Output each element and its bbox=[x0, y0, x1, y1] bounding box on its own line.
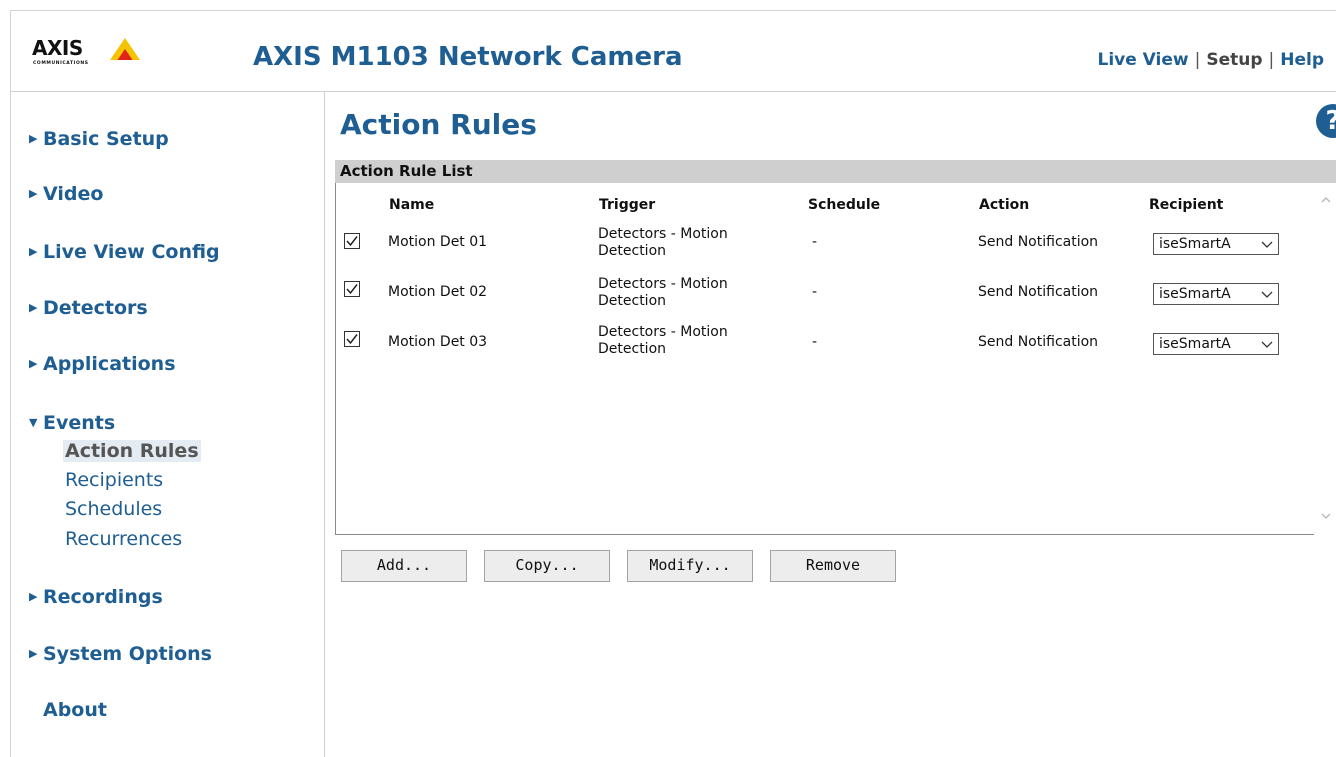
recipient-select[interactable]: iseSmartA bbox=[1153, 333, 1279, 355]
sidebar-subitem-recipients[interactable]: Recipients bbox=[65, 469, 163, 491]
sidebar-subitem-schedules[interactable]: Schedules bbox=[65, 498, 162, 520]
header-top-border bbox=[10, 10, 1336, 11]
triangle-right-icon: ▶ bbox=[29, 301, 38, 314]
sidebar-item-label: About bbox=[43, 699, 107, 721]
help-link[interactable]: Help bbox=[1280, 50, 1324, 70]
triangle-right-icon: ▶ bbox=[29, 245, 38, 258]
sidebar-item-system-options[interactable]: ▶ System Options bbox=[29, 643, 212, 665]
row-checkbox[interactable] bbox=[344, 281, 360, 297]
sidebar-item-about[interactable]: About bbox=[29, 699, 107, 721]
row-trigger: Detectors - Motion Detection bbox=[598, 226, 728, 259]
product-title: AXIS M1103 Network Camera bbox=[253, 42, 683, 72]
scroll-down-icon[interactable] bbox=[1320, 511, 1332, 521]
sidebar-item-label: Applications bbox=[43, 353, 176, 375]
chevron-down-icon bbox=[1260, 238, 1274, 250]
column-header-action[interactable]: Action bbox=[979, 197, 1029, 213]
row-action: Send Notification bbox=[978, 234, 1099, 250]
recipient-select[interactable]: iseSmartA bbox=[1153, 283, 1279, 305]
table-row[interactable]: Motion Det 02 Detectors - Motion Detecti… bbox=[336, 271, 1296, 317]
sidebar-item-label: Detectors bbox=[43, 297, 148, 319]
recipient-select-value: iseSmartA bbox=[1159, 286, 1231, 302]
sidebar-item-detectors[interactable]: ▶ Detectors bbox=[29, 297, 148, 319]
sidebar-item-label: Events bbox=[43, 412, 116, 434]
row-trigger: Detectors - Motion Detection bbox=[598, 276, 728, 309]
recipient-select-value: iseSmartA bbox=[1159, 336, 1231, 352]
logo-triangle-icon bbox=[110, 38, 140, 60]
sidebar-item-label: Video bbox=[43, 183, 104, 205]
recipient-select[interactable]: iseSmartA bbox=[1153, 233, 1279, 255]
sidebar: ▶ Basic Setup ▶ Video ▶ Live View Config ▶ D… bbox=[10, 92, 325, 757]
remove-button[interactable]: Remove bbox=[770, 550, 896, 582]
sidebar-item-label: Live View Config bbox=[43, 241, 220, 263]
nav-separator: | bbox=[1194, 50, 1201, 70]
row-name: Motion Det 03 bbox=[388, 334, 488, 350]
triangle-right-icon: ▶ bbox=[29, 357, 38, 370]
chevron-down-icon bbox=[1260, 288, 1274, 300]
sidebar-item-applications[interactable]: ▶ Applications bbox=[29, 353, 176, 375]
list-title: Action Rule List bbox=[340, 162, 473, 180]
row-schedule: - bbox=[812, 234, 818, 250]
header-left-border bbox=[10, 10, 11, 92]
setup-link[interactable]: Setup bbox=[1206, 50, 1262, 70]
live-view-link[interactable]: Live View bbox=[1097, 50, 1188, 70]
sidebar-item-basic-setup[interactable]: ▶ Basic Setup bbox=[29, 128, 169, 150]
row-name: Motion Det 01 bbox=[388, 234, 488, 250]
help-circle-icon[interactable]: ? bbox=[1316, 104, 1336, 138]
table-row[interactable]: Motion Det 03 Detectors - Motion Detecti… bbox=[336, 321, 1296, 367]
action-rule-list[interactable]: Name Trigger Schedule Action Recipient M… bbox=[335, 183, 1336, 535]
triangle-right-icon: ▶ bbox=[29, 590, 38, 603]
sidebar-item-label: System Options bbox=[43, 643, 212, 665]
column-header-schedule[interactable]: Schedule bbox=[808, 197, 880, 213]
row-action: Send Notification bbox=[978, 284, 1099, 300]
triangle-down-icon: ▼ bbox=[29, 416, 38, 429]
triangle-right-icon: ▶ bbox=[29, 132, 38, 145]
nav-separator: | bbox=[1268, 50, 1275, 70]
recipient-select-value: iseSmartA bbox=[1159, 236, 1231, 252]
column-header-recipient[interactable]: Recipient bbox=[1149, 197, 1223, 213]
add-button[interactable]: Add... bbox=[341, 550, 467, 582]
triangle-right-icon: ▶ bbox=[29, 187, 38, 200]
sidebar-item-label: Recordings bbox=[43, 586, 163, 608]
column-header-name[interactable]: Name bbox=[389, 197, 434, 213]
triangle-right-icon: ▶ bbox=[29, 647, 38, 660]
sidebar-item-live-view-config[interactable]: ▶ Live View Config bbox=[29, 241, 220, 263]
modify-button[interactable]: Modify... bbox=[627, 550, 753, 582]
sidebar-item-video[interactable]: ▶ Video bbox=[29, 183, 103, 205]
copy-button[interactable]: Copy... bbox=[484, 550, 610, 582]
logo-wordmark: AXIS bbox=[32, 36, 83, 60]
sidebar-item-recordings[interactable]: ▶ Recordings bbox=[29, 586, 163, 608]
row-action: Send Notification bbox=[978, 334, 1099, 350]
row-name: Motion Det 02 bbox=[388, 284, 488, 300]
row-trigger: Detectors - Motion Detection bbox=[598, 324, 728, 357]
page-title: Action Rules bbox=[340, 108, 537, 141]
check-icon bbox=[346, 334, 358, 345]
row-schedule: - bbox=[812, 284, 818, 300]
top-nav: Live View | Setup | Help bbox=[1097, 50, 1324, 70]
row-checkbox[interactable] bbox=[344, 233, 360, 249]
chevron-down-icon bbox=[1260, 338, 1274, 350]
sidebar-subitem-action-rules[interactable]: Action Rules bbox=[63, 440, 201, 462]
scroll-up-icon[interactable] bbox=[1320, 195, 1332, 205]
check-icon bbox=[346, 236, 358, 247]
logo-subtitle: COMMUNICATIONS bbox=[33, 61, 89, 66]
check-icon bbox=[346, 284, 358, 295]
header: AXIS COMMUNICATIONS AXIS M1103 Network C… bbox=[0, 0, 1336, 92]
list-header: Action Rule List bbox=[335, 160, 1336, 183]
sidebar-item-events[interactable]: ▼ Events bbox=[29, 412, 115, 434]
row-schedule: - bbox=[812, 334, 818, 350]
column-header-trigger[interactable]: Trigger bbox=[599, 197, 655, 213]
sidebar-item-label: Basic Setup bbox=[43, 128, 169, 150]
sidebar-divider bbox=[324, 92, 325, 757]
list-scrollbar[interactable] bbox=[1314, 183, 1336, 535]
axis-logo[interactable]: AXIS COMMUNICATIONS bbox=[32, 36, 152, 80]
row-checkbox[interactable] bbox=[344, 331, 360, 347]
table-row[interactable]: Motion Det 01 Detectors - Motion Detecti… bbox=[336, 223, 1296, 269]
sidebar-subitem-recurrences[interactable]: Recurrences bbox=[65, 528, 182, 550]
